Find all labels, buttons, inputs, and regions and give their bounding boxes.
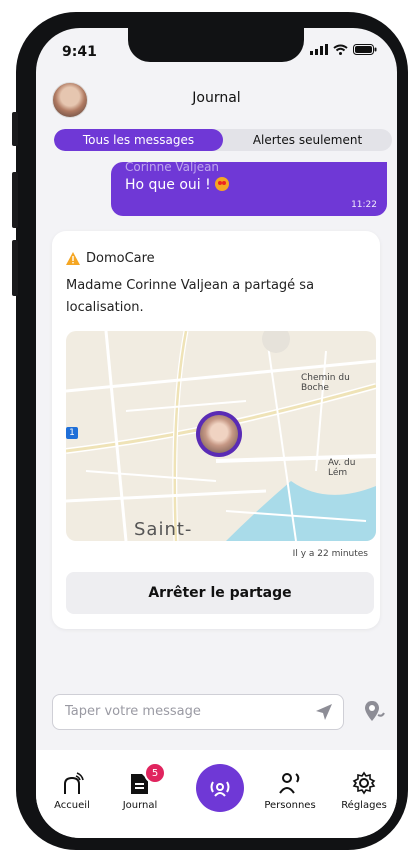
tab-label: Journal (122, 800, 158, 811)
home-antenna-icon (64, 772, 84, 794)
tab-alerts-only[interactable]: Alertes seulement (223, 129, 392, 151)
stop-sharing-button[interactable]: Arrêter le partage (66, 572, 374, 614)
cellular-signal-icon (310, 44, 328, 55)
message-bubble: Corinne Valjean Ho que oui ! 11:22 (111, 160, 387, 216)
alert-call-button[interactable] (196, 764, 244, 812)
map-street-label: Chemin du Boche (301, 373, 350, 393)
tab-bar: Accueil 5 Journal Personnes Réglages (36, 750, 397, 838)
screen: 9:41 Journal Tous les messages Alertes s… (36, 28, 397, 838)
broadcast-person-icon (210, 781, 230, 797)
location-map[interactable]: Chemin du Boche Av. du Lém Saint- 1 (66, 331, 376, 541)
wifi-icon (333, 44, 348, 55)
tab-label: Réglages (341, 800, 387, 811)
card-message: Madame Corinne Valjean a partagé sa loca… (66, 278, 315, 315)
notch (128, 28, 304, 62)
warning-icon (66, 252, 80, 265)
send-icon[interactable] (315, 703, 333, 721)
sender-name: DomoCare (86, 251, 155, 266)
tab-label: Accueil (54, 800, 90, 811)
page-title: Journal (192, 90, 241, 106)
battery-icon (353, 44, 377, 55)
message-text: Ho que oui ! (125, 177, 229, 193)
message-input[interactable] (63, 703, 297, 720)
tab-home[interactable]: Accueil (40, 770, 104, 811)
card-sender: DomoCare (66, 251, 155, 266)
status-time: 9:41 (62, 44, 97, 60)
gear-icon (352, 771, 376, 795)
pin-avatar (200, 415, 238, 453)
message-sender: Corinne Valjean (125, 160, 220, 174)
route-badge: 1 (66, 427, 78, 439)
map-town-label: Saint- (134, 519, 193, 540)
user-location-pin[interactable] (196, 411, 242, 457)
tab-all-messages[interactable]: Tous les messages (54, 129, 223, 151)
heart-eyes-emoji-icon (214, 177, 229, 191)
status-icons (310, 44, 377, 55)
location-share-card: DomoCare Madame Corinne Valjean a partag… (52, 231, 380, 629)
location-share-icon[interactable] (363, 700, 385, 722)
message-time: 11:22 (351, 200, 377, 210)
tab-people[interactable]: Personnes (258, 770, 322, 811)
journal-unread-badge: 5 (144, 762, 166, 784)
share-time-ago: Il y a 22 minutes (292, 549, 368, 559)
volume-down-button (12, 240, 18, 296)
tab-journal[interactable]: 5 Journal (108, 762, 172, 811)
map-street-label: Av. du Lém (328, 458, 356, 478)
volume-up-button (12, 172, 18, 228)
tab-settings[interactable]: Réglages (332, 770, 396, 811)
person-call-icon (279, 773, 300, 794)
tab-label: Personnes (264, 800, 316, 811)
message-composer (52, 694, 344, 730)
mute-switch (12, 112, 18, 146)
message-filter: Tous les messages Alertes seulement (54, 129, 392, 151)
